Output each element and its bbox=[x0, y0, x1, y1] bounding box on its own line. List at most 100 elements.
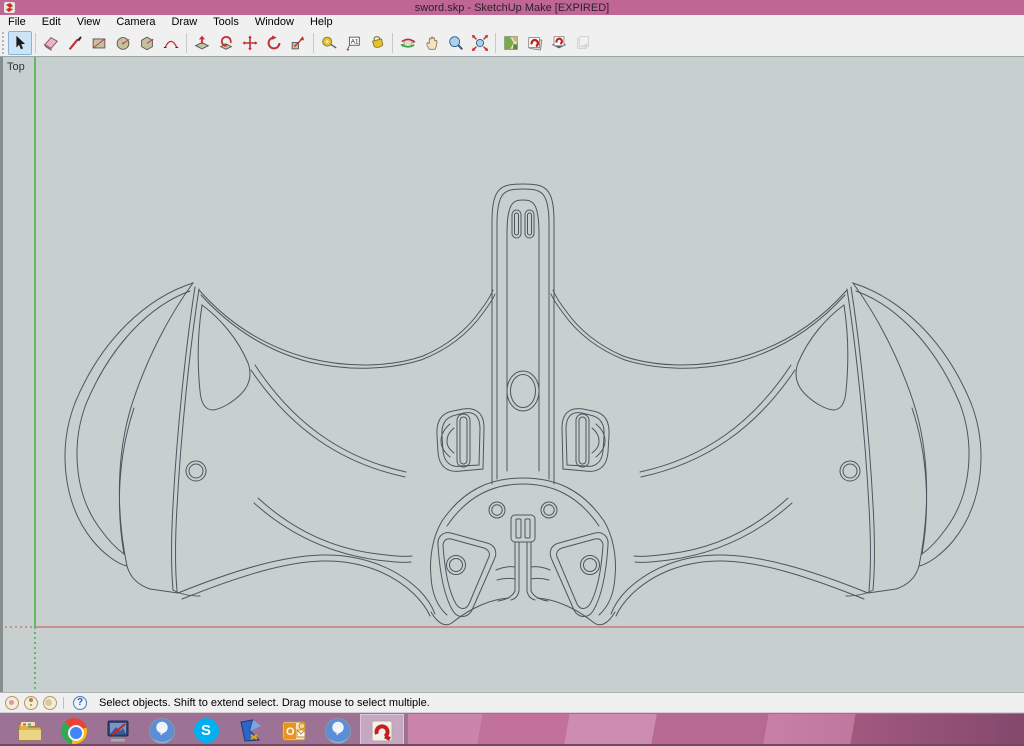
toolbar-separator bbox=[313, 33, 314, 53]
status-message: Select objects. Shift to extend select. … bbox=[99, 697, 430, 709]
orbit-tool-button[interactable] bbox=[396, 31, 420, 55]
taskbar-file-explorer[interactable] bbox=[8, 714, 52, 746]
followme-tool-button[interactable] bbox=[214, 31, 238, 55]
scale-icon bbox=[289, 34, 307, 52]
circle-icon bbox=[114, 34, 132, 52]
pencil-icon bbox=[66, 34, 84, 52]
paint-bucket-icon bbox=[368, 34, 386, 52]
status-bar: ? Select objects. Shift to extend select… bbox=[0, 692, 1024, 712]
eraser-tool-button[interactable] bbox=[39, 31, 63, 55]
pushpull-tool-button[interactable] bbox=[190, 31, 214, 55]
taskbar-skype[interactable]: S bbox=[184, 714, 228, 746]
viewport-left-edge bbox=[0, 57, 3, 692]
polygon-icon bbox=[138, 34, 156, 52]
zoom-extents-tool-button[interactable] bbox=[468, 31, 492, 55]
sword-outline-drawing[interactable] bbox=[65, 184, 981, 625]
svg-text:A1: A1 bbox=[351, 38, 359, 45]
select-icon bbox=[11, 34, 29, 52]
toolbar-separator bbox=[35, 33, 36, 53]
model-status-icon[interactable] bbox=[43, 696, 57, 710]
chrome-icon bbox=[61, 718, 87, 744]
zoom-tool-button[interactable] bbox=[444, 31, 468, 55]
modeling-viewport[interactable]: Top bbox=[0, 57, 1024, 692]
share-model-icon bbox=[550, 34, 568, 52]
geolocation-status-icon[interactable] bbox=[5, 696, 19, 710]
menu-draw[interactable]: Draw bbox=[163, 15, 205, 29]
status-divider bbox=[63, 697, 64, 709]
tape-measure-tool-button[interactable] bbox=[317, 31, 341, 55]
pepakura-icon bbox=[237, 718, 263, 744]
text-tool-button[interactable]: A1 bbox=[341, 31, 365, 55]
view-orientation-label: Top bbox=[7, 61, 25, 73]
scale-tool-button[interactable] bbox=[286, 31, 310, 55]
menu-file[interactable]: File bbox=[0, 15, 34, 29]
toolbar-separator bbox=[186, 33, 187, 53]
circle-tool-button[interactable] bbox=[111, 31, 135, 55]
toolbar: A1 bbox=[0, 29, 1024, 57]
line-tool-button[interactable] bbox=[63, 31, 87, 55]
drawing-axes bbox=[0, 57, 1024, 692]
send-to-layout-button[interactable] bbox=[571, 31, 595, 55]
rotate-tool-button[interactable] bbox=[262, 31, 286, 55]
taskbar-outlook[interactable]: O bbox=[272, 714, 316, 746]
model-canvas[interactable] bbox=[0, 57, 1024, 692]
menu-tools[interactable]: Tools bbox=[205, 15, 247, 29]
menu-camera[interactable]: Camera bbox=[108, 15, 163, 29]
pan-icon bbox=[423, 34, 441, 52]
menu-view[interactable]: View bbox=[69, 15, 109, 29]
rectangle-icon bbox=[90, 34, 108, 52]
menu-edit[interactable]: Edit bbox=[34, 15, 69, 29]
toolbar-separator bbox=[392, 33, 393, 53]
menu-window[interactable]: Window bbox=[247, 15, 302, 29]
toolbar-grip[interactable] bbox=[2, 32, 6, 54]
taskbar-pepakura[interactable] bbox=[228, 714, 272, 746]
rectangle-tool-button[interactable] bbox=[87, 31, 111, 55]
polygon-tool-button[interactable] bbox=[135, 31, 159, 55]
outlook-icon: O bbox=[281, 718, 307, 744]
menu-bar: File Edit View Camera Draw Tools Window … bbox=[0, 15, 1024, 29]
media-player-icon: ♪ bbox=[325, 718, 351, 744]
eraser-icon bbox=[42, 34, 60, 52]
pan-tool-button[interactable] bbox=[420, 31, 444, 55]
arc-icon bbox=[162, 34, 180, 52]
geolocation-icon bbox=[502, 34, 520, 52]
select-tool-button[interactable] bbox=[8, 31, 32, 55]
pushpull-icon bbox=[193, 34, 211, 52]
arc-tool-button[interactable] bbox=[159, 31, 183, 55]
taskbar-itunes[interactable]: ♪ bbox=[140, 714, 184, 746]
taskbar-media-player[interactable]: ♪ bbox=[316, 714, 360, 746]
taskbar-chrome[interactable] bbox=[52, 714, 96, 746]
orbit-icon bbox=[399, 34, 417, 52]
itunes-icon: ♪ bbox=[149, 718, 175, 744]
share-model-button[interactable] bbox=[547, 31, 571, 55]
paint-bucket-tool-button[interactable] bbox=[365, 31, 389, 55]
svg-text:O: O bbox=[286, 726, 295, 738]
zoom-extents-icon bbox=[471, 34, 489, 52]
geolocation-button[interactable] bbox=[499, 31, 523, 55]
file-explorer-icon bbox=[17, 718, 43, 744]
rotate-icon bbox=[265, 34, 283, 52]
photo-editor-icon bbox=[105, 718, 131, 744]
move-icon bbox=[241, 34, 259, 52]
menu-help[interactable]: Help bbox=[302, 15, 341, 29]
window-title: sword.skp - SketchUp Make [EXPIRED] bbox=[0, 2, 1024, 14]
zoom-icon bbox=[447, 34, 465, 52]
get-models-icon bbox=[526, 34, 544, 52]
send-to-layout-icon bbox=[574, 34, 592, 52]
desktop-wallpaper bbox=[408, 714, 1024, 746]
help-icon[interactable]: ? bbox=[73, 696, 87, 710]
followme-icon bbox=[217, 34, 235, 52]
toolbar-separator bbox=[495, 33, 496, 53]
screen: { "window": { "title": "sword.skp - Sket… bbox=[0, 0, 1024, 746]
title-bar: sword.skp - SketchUp Make [EXPIRED] bbox=[0, 0, 1024, 15]
taskbar-photo-editor[interactable] bbox=[96, 714, 140, 746]
skype-icon: S bbox=[194, 718, 219, 743]
taskbar: ♪ S O ♪ bbox=[0, 712, 1024, 746]
sketchup-taskbar-icon bbox=[369, 718, 395, 744]
get-models-button[interactable] bbox=[523, 31, 547, 55]
claim-credit-icon[interactable] bbox=[24, 696, 38, 710]
taskbar-sketchup[interactable] bbox=[360, 714, 404, 746]
tape-measure-icon bbox=[320, 34, 338, 52]
move-tool-button[interactable] bbox=[238, 31, 262, 55]
text-icon: A1 bbox=[344, 34, 362, 52]
